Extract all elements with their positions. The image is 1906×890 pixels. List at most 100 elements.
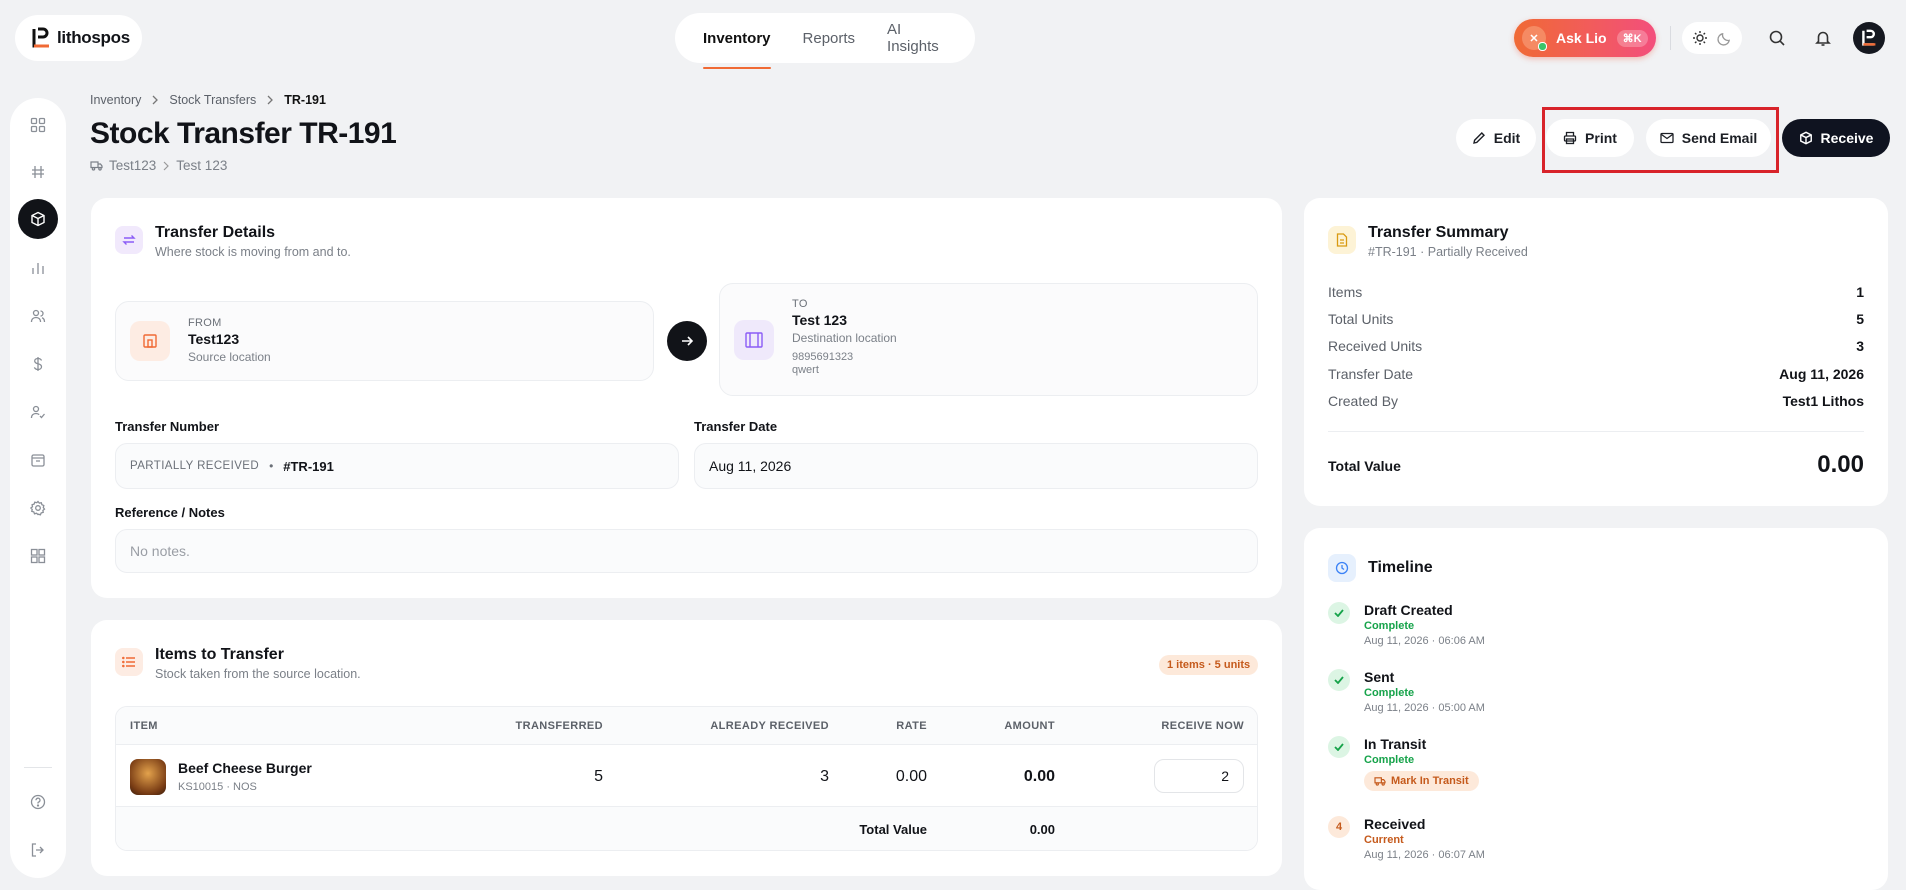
pencil-icon bbox=[1472, 131, 1486, 145]
timeline-step: In Transit Complete Mark In Transit bbox=[1328, 736, 1479, 791]
tab-reports[interactable]: Reports bbox=[803, 13, 856, 63]
sidebar-inventory-icon[interactable] bbox=[18, 199, 58, 239]
sidebar-settings-icon[interactable] bbox=[18, 488, 58, 528]
breadcrumb-inventory[interactable]: Inventory bbox=[90, 93, 141, 107]
table-total-value: 0.00 bbox=[1029, 822, 1055, 837]
items-card: Items to Transfer Stock taken from the s… bbox=[91, 620, 1282, 876]
to-sub: Destination location bbox=[792, 331, 897, 345]
send-email-button[interactable]: Send Email bbox=[1646, 119, 1771, 157]
items-table: ITEM TRANSFERRED ALREADY RECEIVED RATE A… bbox=[115, 706, 1258, 851]
col-amount: AMOUNT bbox=[1004, 720, 1055, 732]
header-divider bbox=[1670, 26, 1671, 50]
receive-now-input[interactable]: 2 bbox=[1154, 759, 1244, 793]
mark-in-transit-button[interactable]: Mark In Transit bbox=[1364, 771, 1479, 791]
mail-icon bbox=[1660, 132, 1674, 144]
transfer-date-label: Transfer Date bbox=[694, 419, 778, 434]
step-number: 4 bbox=[1328, 816, 1350, 838]
brand-logo[interactable]: lithospos bbox=[15, 15, 142, 61]
timeline-step: 4 Received Current Aug 11, 2026 · 06:07 … bbox=[1328, 816, 1485, 861]
sidebar-customers-icon[interactable] bbox=[18, 296, 58, 336]
sidebar-reports-icon[interactable] bbox=[18, 248, 58, 288]
sidebar-dashboard-icon[interactable] bbox=[18, 105, 58, 145]
mark-in-transit-label: Mark In Transit bbox=[1391, 775, 1469, 787]
col-receive-now: RECEIVE NOW bbox=[1161, 720, 1244, 732]
table-total-label: Total Value bbox=[859, 822, 927, 837]
summary-key: Items bbox=[1328, 284, 1363, 300]
sidebar-pos-icon[interactable] bbox=[18, 152, 58, 192]
items-count-badge: 1 items · 5 units bbox=[1159, 655, 1259, 675]
summary-total-value: 0.00 bbox=[1817, 451, 1864, 478]
summary-key: Transfer Date bbox=[1328, 366, 1414, 382]
to-location-card: TO Test 123 Destination location 9895691… bbox=[719, 283, 1258, 396]
sidebar bbox=[10, 98, 66, 878]
breadcrumb-stock-transfers[interactable]: Stock Transfers bbox=[169, 93, 256, 107]
list-icon bbox=[115, 648, 143, 676]
items-title: Items to Transfer bbox=[155, 646, 284, 663]
search-icon[interactable] bbox=[1761, 22, 1793, 54]
sidebar-apps-icon[interactable] bbox=[18, 536, 58, 576]
tab-inventory[interactable]: Inventory bbox=[703, 13, 771, 69]
summary-value: 3 bbox=[1856, 338, 1864, 354]
summary-row: Transfer Date Aug 11, 2026 bbox=[1328, 366, 1864, 382]
brand-name: lithospos bbox=[57, 28, 130, 47]
truck-icon bbox=[1374, 776, 1386, 786]
summary-row: Total Units 5 bbox=[1328, 311, 1864, 327]
ask-lio-button[interactable]: ✕ Ask Lio ⌘K bbox=[1514, 19, 1656, 57]
step-time: Aug 11, 2026 · 06:07 AM bbox=[1364, 849, 1485, 861]
lio-spark-icon: ✕ bbox=[1522, 26, 1547, 51]
sun-icon[interactable] bbox=[1692, 30, 1708, 46]
step-status: Complete bbox=[1364, 620, 1415, 632]
items-subtitle: Stock taken from the source location. bbox=[155, 667, 361, 681]
item-name: Beef Cheese Burger bbox=[178, 760, 312, 776]
summary-title: Transfer Summary bbox=[1368, 224, 1509, 241]
sidebar-purchases-icon[interactable] bbox=[18, 440, 58, 480]
transfer-number: #TR-191 bbox=[283, 458, 334, 474]
sidebar-finance-icon[interactable] bbox=[18, 344, 58, 384]
top-nav: Inventory Reports AI Insights bbox=[675, 13, 975, 69]
edit-button[interactable]: Edit bbox=[1456, 119, 1536, 157]
from-sub: Source location bbox=[188, 350, 271, 364]
summary-key: Total Units bbox=[1328, 311, 1394, 327]
send-email-label: Send Email bbox=[1681, 130, 1758, 146]
moon-icon[interactable] bbox=[1717, 31, 1732, 46]
step-status: Current bbox=[1364, 834, 1404, 846]
summary-row: Received Units 3 bbox=[1328, 338, 1864, 354]
transfer-date-field[interactable]: Aug 11, 2026 bbox=[694, 443, 1258, 489]
print-label: Print bbox=[1585, 130, 1617, 146]
timeline-step: Sent Complete Aug 11, 2026 · 05:00 AM bbox=[1328, 669, 1485, 714]
from-label: FROM bbox=[188, 317, 222, 329]
breadcrumb-current: TR-191 bbox=[284, 93, 326, 107]
table-footer bbox=[116, 806, 1257, 850]
sidebar-help-icon[interactable] bbox=[18, 782, 58, 822]
clock-icon bbox=[1328, 554, 1356, 582]
table-header bbox=[116, 707, 1257, 745]
details-subtitle: Where stock is moving from and to. bbox=[155, 245, 351, 259]
summary-total-label: Total Value bbox=[1328, 458, 1401, 474]
summary-value: Aug 11, 2026 bbox=[1779, 366, 1864, 382]
timeline-title: Timeline bbox=[1368, 559, 1433, 576]
item-already-received: 3 bbox=[820, 768, 829, 785]
sidebar-logout-icon[interactable] bbox=[18, 830, 58, 870]
theme-toggle[interactable] bbox=[1682, 22, 1742, 54]
print-button[interactable]: Print bbox=[1546, 119, 1634, 157]
bell-icon[interactable] bbox=[1807, 22, 1839, 54]
timeline-step: Draft Created Complete Aug 11, 2026 · 06… bbox=[1328, 602, 1485, 647]
col-rate: RATE bbox=[896, 720, 927, 732]
avatar-logo-icon bbox=[1862, 29, 1876, 46]
notes-field[interactable]: No notes. bbox=[115, 529, 1258, 573]
tab-ai-insights[interactable]: AI Insights bbox=[887, 13, 947, 63]
printer-icon bbox=[1563, 131, 1577, 145]
package-icon bbox=[1799, 131, 1813, 145]
receive-label: Receive bbox=[1820, 130, 1874, 146]
sidebar-staff-icon[interactable] bbox=[18, 392, 58, 432]
user-avatar[interactable] bbox=[1853, 22, 1885, 54]
col-already-received: ALREADY RECEIVED bbox=[710, 720, 829, 732]
summary-value: 5 bbox=[1856, 311, 1864, 327]
step-name: Received bbox=[1364, 816, 1426, 832]
transfer-number-label: Transfer Number bbox=[115, 419, 220, 434]
receive-button[interactable]: Receive bbox=[1782, 119, 1890, 157]
to-label: TO bbox=[792, 298, 808, 310]
summary-header: Transfer Summary #TR-191 · Partially Rec… bbox=[1328, 224, 1528, 259]
col-transferred: TRANSFERRED bbox=[515, 720, 603, 732]
details-header: Transfer Details Where stock is moving f… bbox=[115, 224, 351, 259]
